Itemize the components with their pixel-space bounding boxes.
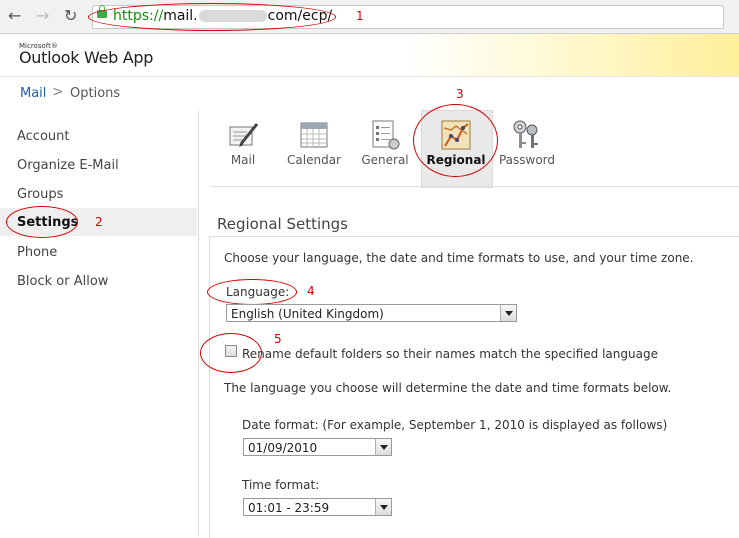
sidebar-item-account[interactable]: Account bbox=[17, 129, 70, 144]
general-document-icon[interactable] bbox=[368, 118, 402, 152]
breadcrumb-options: Options bbox=[70, 86, 121, 101]
sidebar-item-organize-email[interactable]: Organize E-Mail bbox=[17, 158, 119, 173]
annotation-number-2: 2 bbox=[95, 215, 103, 229]
forward-arrow-icon[interactable]: → bbox=[36, 6, 49, 26]
annotation-ellipse-regional bbox=[413, 104, 498, 177]
tab-mail[interactable]: Mail bbox=[213, 153, 273, 167]
date-format-value: 01/09/2010 bbox=[248, 441, 318, 455]
rename-folders-label: Rename default folders so their names ma… bbox=[242, 347, 658, 361]
date-format-select[interactable]: 01/09/2010 bbox=[243, 438, 392, 456]
date-format-label: Date format: (For example, September 1, … bbox=[242, 418, 668, 432]
sidebar-item-phone[interactable]: Phone bbox=[17, 245, 57, 260]
mail-pencil-icon[interactable] bbox=[227, 118, 261, 152]
tab-separator bbox=[210, 186, 739, 187]
chevron-down-icon[interactable] bbox=[375, 499, 391, 515]
time-format-select[interactable]: 01:01 - 23:59 bbox=[243, 498, 392, 516]
intro-text: Choose your language, the date and time … bbox=[224, 251, 694, 265]
logo-outlook-web-app: Outlook Web App bbox=[19, 48, 154, 67]
language-select-value: English (United Kingdom) bbox=[231, 307, 384, 321]
reload-icon[interactable]: ↻ bbox=[64, 6, 77, 26]
breadcrumb-separator: > bbox=[52, 84, 64, 100]
annotation-ellipse-settings bbox=[6, 206, 78, 238]
annotation-number-3: 3 bbox=[456, 87, 464, 101]
section-title: Regional Settings bbox=[217, 215, 349, 233]
chevron-down-icon[interactable] bbox=[500, 305, 516, 321]
annotation-number-4: 4 bbox=[307, 284, 315, 298]
sidebar-item-block-or-allow[interactable]: Block or Allow bbox=[17, 274, 108, 289]
back-arrow-icon[interactable]: ← bbox=[8, 6, 21, 26]
tab-password[interactable]: Password bbox=[497, 153, 557, 167]
sidebar-item-groups[interactable]: Groups bbox=[17, 187, 63, 202]
annotation-number-5: 5 bbox=[274, 332, 282, 346]
annotation-number-1: 1 bbox=[356, 9, 364, 23]
formats-note: The language you choose will determine t… bbox=[224, 381, 672, 395]
tab-calendar[interactable]: Calendar bbox=[284, 153, 344, 167]
time-format-label: Time format: bbox=[242, 478, 320, 492]
keys-icon[interactable] bbox=[510, 118, 544, 152]
tab-general[interactable]: General bbox=[355, 153, 415, 167]
calendar-icon[interactable] bbox=[298, 118, 332, 152]
annotation-ellipse-url bbox=[88, 3, 336, 31]
language-select[interactable]: English (United Kingdom) bbox=[226, 304, 517, 322]
breadcrumb-mail-link[interactable]: Mail bbox=[20, 86, 46, 101]
time-format-value: 01:01 - 23:59 bbox=[248, 501, 330, 515]
sidebar-divider bbox=[198, 111, 199, 537]
annotation-ellipse-checkbox bbox=[200, 333, 262, 373]
chevron-down-icon[interactable] bbox=[375, 439, 391, 455]
annotation-ellipse-language bbox=[207, 279, 297, 305]
